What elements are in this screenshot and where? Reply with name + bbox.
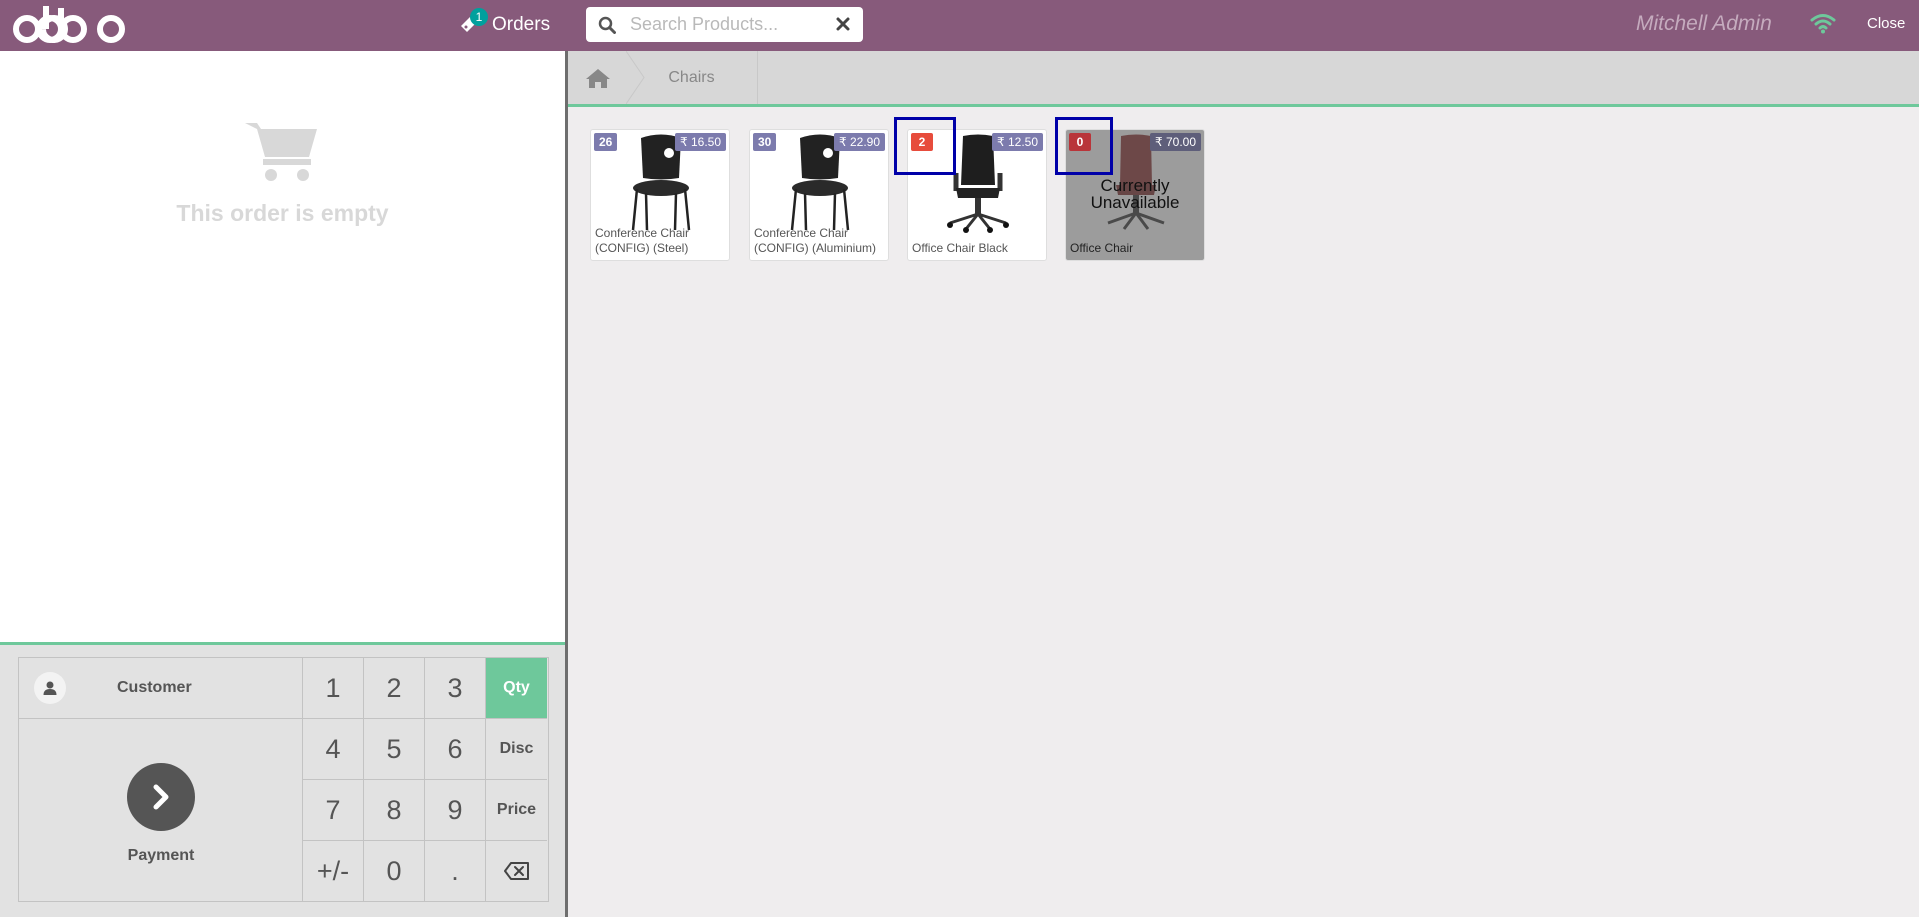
orders-count-badge: 1 (470, 8, 488, 26)
key-3[interactable]: 3 (425, 658, 486, 719)
product-list: 26 ₹ 16.50 Conference Chair (CONFIG) (St… (568, 110, 1919, 917)
key-5[interactable]: 5 (364, 719, 425, 780)
product-name: Conference Chair (CONFIG) (Steel) (595, 226, 690, 255)
clear-search-icon[interactable] (835, 16, 851, 32)
orders-label: Orders (492, 14, 551, 35)
unavailable-label: Currently Unavailable (1090, 176, 1180, 212)
breadcrumb-separator (626, 51, 645, 104)
key-0[interactable]: 0 (364, 841, 425, 901)
category-breadcrumb: Chairs (568, 51, 1919, 107)
empty-order-text: This order is empty (176, 200, 389, 226)
key-1[interactable]: 1 (303, 658, 364, 719)
key-9[interactable]: 9 (425, 780, 486, 841)
cart-icon (245, 123, 317, 181)
control-panel: Customer Payment 1 2 3 Qty 4 5 6 Disc 7 … (0, 642, 565, 917)
chevron-right-icon (127, 763, 195, 831)
user-name: Mitchell Admin (1636, 12, 1772, 35)
key-6[interactable]: 6 (425, 719, 486, 780)
price-tag: ₹ 12.50 (992, 133, 1043, 151)
numpad-keys: 1 2 3 Qty 4 5 6 Disc 7 8 9 Price +/- 0 . (303, 658, 549, 901)
stock-badge: 26 (594, 133, 618, 151)
product-card[interactable]: 26 ₹ 16.50 Conference Chair (CONFIG) (St… (590, 129, 730, 261)
highlight-box (894, 117, 956, 175)
product-card[interactable]: 30 ₹ 22.90 Conference Chair (CONFIG) (Al… (749, 129, 889, 261)
top-bar: 1 Orders Mitchell Admin Close (0, 0, 1919, 51)
key-plus-minus[interactable]: +/- (303, 841, 364, 901)
search-icon (598, 16, 616, 34)
price-mode-button[interactable]: Price (486, 780, 547, 841)
orders-button[interactable]: 1 Orders (458, 8, 551, 40)
key-2[interactable]: 2 (364, 658, 425, 719)
product-name: Conference Chair (CONFIG) (Aluminium) (754, 226, 876, 255)
key-decimal[interactable]: . (425, 841, 486, 901)
highlight-box (1055, 117, 1113, 175)
search-input[interactable] (630, 14, 830, 35)
qty-mode-button[interactable]: Qty (486, 658, 547, 719)
close-button[interactable]: Close (1867, 15, 1905, 32)
key-4[interactable]: 4 (303, 719, 364, 780)
backspace-button[interactable] (486, 841, 547, 901)
home-icon (586, 68, 610, 88)
key-8[interactable]: 8 (364, 780, 425, 841)
product-name: Office Chair (1070, 241, 1134, 255)
search-box (586, 7, 863, 42)
customer-label: Customer (117, 679, 192, 696)
odoo-logo (13, 6, 125, 44)
price-tag: ₹ 16.50 (675, 133, 726, 151)
user-icon (34, 672, 66, 704)
price-tag: ₹ 22.90 (834, 133, 885, 151)
price-tag: ₹ 70.00 (1150, 133, 1201, 151)
payment-label: Payment (127, 847, 195, 864)
disc-mode-button[interactable]: Disc (486, 719, 547, 780)
customer-button[interactable]: Customer (19, 658, 303, 719)
breadcrumb-chairs[interactable]: Chairs (646, 51, 758, 104)
numpad-container: Customer Payment 1 2 3 Qty 4 5 6 Disc 7 … (18, 657, 549, 902)
key-7[interactable]: 7 (303, 780, 364, 841)
product-name: Office Chair Black (912, 241, 1008, 255)
wifi-icon (1810, 14, 1836, 34)
home-button[interactable] (568, 51, 628, 104)
backspace-icon (503, 862, 529, 880)
ticket-icon: 1 (458, 8, 488, 37)
stock-badge: 30 (753, 133, 777, 151)
payment-button[interactable]: Payment (19, 719, 303, 901)
